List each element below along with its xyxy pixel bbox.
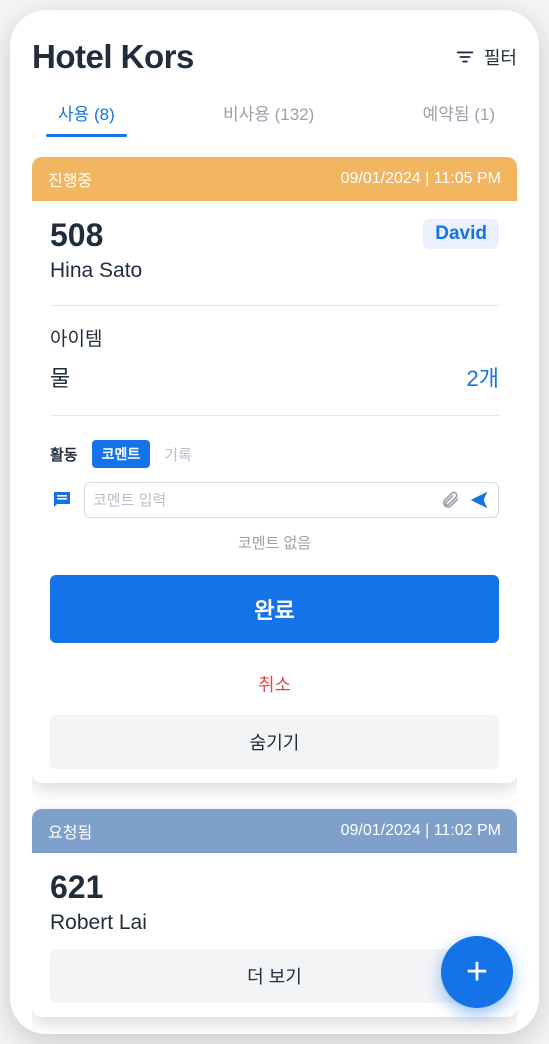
hide-button[interactable]: 숨기기: [50, 715, 499, 769]
activity-heading: 활동: [50, 444, 78, 465]
card-list: 진행중 09/01/2024 | 11:05 PM 508 Hina Sato …: [32, 157, 517, 1034]
complete-button[interactable]: 완료: [50, 575, 499, 643]
assignee-badge[interactable]: David: [423, 219, 499, 249]
tab-in-use[interactable]: 사용 (8): [56, 90, 117, 135]
card-body: 621 Robert Lai 더 보기: [32, 853, 517, 1017]
status-badge: 요청됨: [48, 819, 92, 843]
add-fab[interactable]: +: [441, 936, 513, 1008]
activity-tab-comments[interactable]: 코멘트: [92, 440, 151, 468]
comments-empty: 코멘트 없음: [50, 532, 499, 553]
app-frame: Hotel Kors 필터 사용 (8) 비사용 (132) 예약됨 (1) 진…: [10, 10, 539, 1034]
timestamp: 09/01/2024 | 11:02 PM: [341, 822, 501, 840]
filter-label: 필터: [484, 44, 517, 70]
room-number: 621: [50, 871, 499, 903]
item-name: 물: [50, 361, 70, 393]
attach-icon[interactable]: [440, 490, 460, 510]
activity-tabs: 활동 코멘트 기록: [50, 440, 499, 468]
page-title: Hotel Kors: [32, 38, 194, 76]
plus-icon: +: [466, 953, 488, 991]
guest-name: Robert Lai: [50, 911, 499, 935]
filter-icon: [454, 46, 476, 68]
status-badge: 진행중: [48, 167, 92, 191]
item-row: 물 2개: [50, 361, 499, 393]
room-number: 508: [50, 219, 142, 251]
timestamp: 09/01/2024 | 11:05 PM: [341, 170, 501, 188]
filter-button[interactable]: 필터: [454, 44, 517, 70]
more-button[interactable]: 더 보기: [50, 949, 499, 1003]
comment-input-box[interactable]: [84, 482, 499, 518]
tab-reserved[interactable]: 예약됨 (1): [421, 90, 497, 135]
chat-icon: [50, 488, 74, 512]
send-icon[interactable]: [468, 489, 490, 511]
guest-name: Hina Sato: [50, 259, 142, 283]
request-card: 진행중 09/01/2024 | 11:05 PM 508 Hina Sato …: [32, 157, 517, 783]
cancel-button[interactable]: 취소: [50, 661, 499, 707]
item-qty: 2개: [467, 361, 499, 393]
divider: [50, 305, 499, 306]
comment-input[interactable]: [93, 492, 432, 509]
header: Hotel Kors 필터: [32, 38, 517, 76]
comment-compose: [50, 482, 499, 518]
tab-not-in-use[interactable]: 비사용 (132): [221, 90, 316, 135]
activity-tab-history[interactable]: 기록: [164, 444, 192, 465]
card-status-bar: 요청됨 09/01/2024 | 11:02 PM: [32, 809, 517, 853]
divider: [50, 415, 499, 416]
card-status-bar: 진행중 09/01/2024 | 11:05 PM: [32, 157, 517, 201]
card-body: 508 Hina Sato David 아이템 물 2개 활동 코멘트 기록: [32, 201, 517, 783]
items-heading: 아이템: [50, 324, 499, 351]
tabs: 사용 (8) 비사용 (132) 예약됨 (1): [32, 90, 517, 135]
